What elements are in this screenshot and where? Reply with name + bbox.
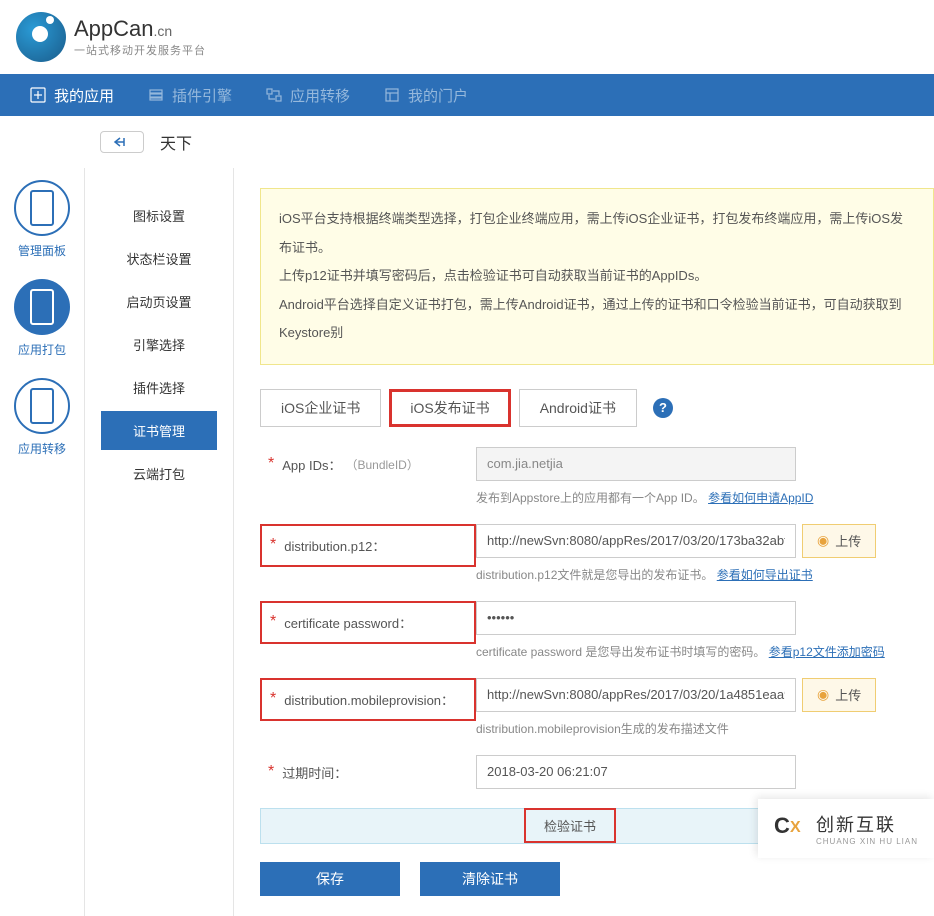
help-text: certificate password 是您导出发布证书时填写的密码。 参看p… [476, 643, 934, 660]
nav-plugin-engine[interactable]: 插件引擎 [134, 74, 246, 116]
field-hint: （BundleID） [345, 456, 418, 473]
eye-icon: ◉ [817, 532, 829, 549]
sidebar-label: 应用转移 [18, 440, 66, 457]
tab-ios-enterprise[interactable]: iOS企业证书 [260, 389, 381, 427]
cert-password-input[interactable] [476, 601, 796, 635]
mobileprovision-input[interactable] [476, 678, 796, 712]
row-expire: * 过期时间： [260, 755, 934, 790]
help-link-appid[interactable]: 参看如何申请AppID [708, 491, 813, 505]
phone-icon [30, 289, 54, 325]
help-text: 发布到Appstore上的应用都有一个App ID。 参看如何申请AppID [476, 489, 934, 506]
nav-my-apps[interactable]: 我的应用 [16, 74, 128, 116]
phone-transfer-icon [30, 388, 54, 424]
page-title: 天下 [160, 130, 192, 154]
upload-p12-button[interactable]: ◉ 上传 [802, 524, 876, 558]
transfer-icon [266, 87, 282, 103]
plus-box-icon [30, 87, 46, 103]
required-star: * [268, 455, 274, 473]
info-line: Android平台选择自定义证书打包，需上传Android证书，通过上传的证书和… [279, 291, 915, 348]
logo-main-text: AppCan.cn [74, 16, 206, 42]
field-label: App IDs： [282, 455, 341, 474]
nav-label: 我的应用 [54, 85, 114, 106]
required-star: * [270, 536, 276, 554]
info-line: iOS平台支持根据终端类型选择，打包企业终端应用，需上传iOS企业证书，打包发布… [279, 205, 915, 262]
nav-app-transfer[interactable]: 应用转移 [252, 74, 364, 116]
field-label: certificate password： [284, 613, 412, 632]
nav-label: 应用转移 [290, 85, 350, 106]
sidebar-label: 管理面板 [18, 242, 66, 259]
help-text: distribution.mobileprovision生成的发布描述文件 [476, 720, 934, 737]
sub-icon-setting[interactable]: 图标设置 [101, 196, 217, 235]
logo-icon [16, 12, 66, 62]
sub-engine-select[interactable]: 引擎选择 [101, 325, 217, 364]
stack-icon [148, 87, 164, 103]
nav-my-portal[interactable]: 我的门户 [370, 74, 482, 116]
left-icon-sidebar: 管理面板 应用打包 应用转移 [0, 168, 84, 916]
sub-statusbar-setting[interactable]: 状态栏设置 [101, 239, 217, 278]
sidebar-app-transfer[interactable]: 应用转移 [3, 374, 81, 461]
row-password: * certificate password： certificate pass… [260, 601, 934, 660]
upload-mobileprovision-button[interactable]: ◉ 上传 [802, 678, 876, 712]
sidebar-app-package[interactable]: 应用打包 [3, 275, 81, 362]
info-box: iOS平台支持根据终端类型选择，打包企业终端应用，需上传iOS企业证书，打包发布… [260, 188, 934, 365]
back-button[interactable] [100, 131, 144, 153]
info-line: 上传p12证书并填写密码后，点击检验证书可自动获取当前证书的AppIDs。 [279, 262, 915, 291]
app-ids-input[interactable] [476, 447, 796, 481]
footer-sub-text: CHUANG XIN HU LIAN [816, 837, 918, 846]
sub-launch-setting[interactable]: 启动页设置 [101, 282, 217, 321]
field-label: distribution.mobileprovision： [284, 690, 454, 709]
footer-logo-icon: CX [774, 813, 806, 845]
logo-sub-text: 一站式移动开发服务平台 [74, 42, 206, 58]
field-label: distribution.p12： [284, 536, 385, 555]
sub-plugin-select[interactable]: 插件选择 [101, 368, 217, 407]
help-text: distribution.p12文件就是您导出的发布证书。 参看如何导出证书 [476, 566, 934, 583]
save-button[interactable]: 保存 [260, 862, 400, 896]
required-star: * [270, 690, 276, 708]
row-app-ids: * App IDs： （BundleID） 发布到Appstore上的应用都有一… [260, 447, 934, 506]
header: AppCan.cn 一站式移动开发服务平台 [0, 0, 934, 74]
help-icon[interactable]: ? [653, 398, 673, 418]
phone-icon [30, 190, 54, 226]
cert-tabs: iOS企业证书 iOS发布证书 Android证书 ? [260, 389, 934, 427]
tab-android[interactable]: Android证书 [519, 389, 637, 427]
row-mobileprovision: * distribution.mobileprovision： ◉ 上传 dis… [260, 678, 934, 737]
sub-sidebar: 图标设置 状态栏设置 启动页设置 引擎选择 插件选择 证书管理 云端打包 [84, 168, 234, 916]
portal-icon [384, 87, 400, 103]
row-p12: * distribution.p12： ◉ 上传 distribution.p1… [260, 524, 934, 583]
help-link-p12-password[interactable]: 参看p12文件添加密码 [769, 645, 885, 659]
help-link-export-cert[interactable]: 参看如何导出证书 [717, 568, 813, 582]
expire-input[interactable] [476, 755, 796, 789]
p12-input[interactable] [476, 524, 796, 558]
nav-label: 插件引擎 [172, 85, 232, 106]
clear-cert-button[interactable]: 清除证书 [420, 862, 560, 896]
sub-cloud-package[interactable]: 云端打包 [101, 454, 217, 493]
sidebar-manage-panel[interactable]: 管理面板 [3, 176, 81, 263]
sidebar-label: 应用打包 [18, 341, 66, 358]
logo[interactable]: AppCan.cn 一站式移动开发服务平台 [16, 12, 918, 62]
breadcrumb: 天下 [0, 116, 934, 168]
top-nav: 我的应用 插件引擎 应用转移 我的门户 [0, 74, 934, 116]
verify-cert-button[interactable]: 检验证书 [524, 808, 616, 843]
back-arrow-icon [113, 136, 131, 148]
nav-label: 我的门户 [408, 85, 468, 106]
required-star: * [270, 613, 276, 631]
field-label: 过期时间： [282, 763, 347, 782]
action-row: 保存 清除证书 [260, 862, 934, 896]
sub-cert-manage[interactable]: 证书管理 [101, 411, 217, 450]
required-star: * [268, 763, 274, 781]
footer-logo[interactable]: CX 创新互联 CHUANG XIN HU LIAN [758, 799, 934, 858]
eye-icon: ◉ [817, 686, 829, 703]
footer-main-text: 创新互联 [816, 811, 918, 837]
tab-ios-release[interactable]: iOS发布证书 [389, 389, 510, 427]
